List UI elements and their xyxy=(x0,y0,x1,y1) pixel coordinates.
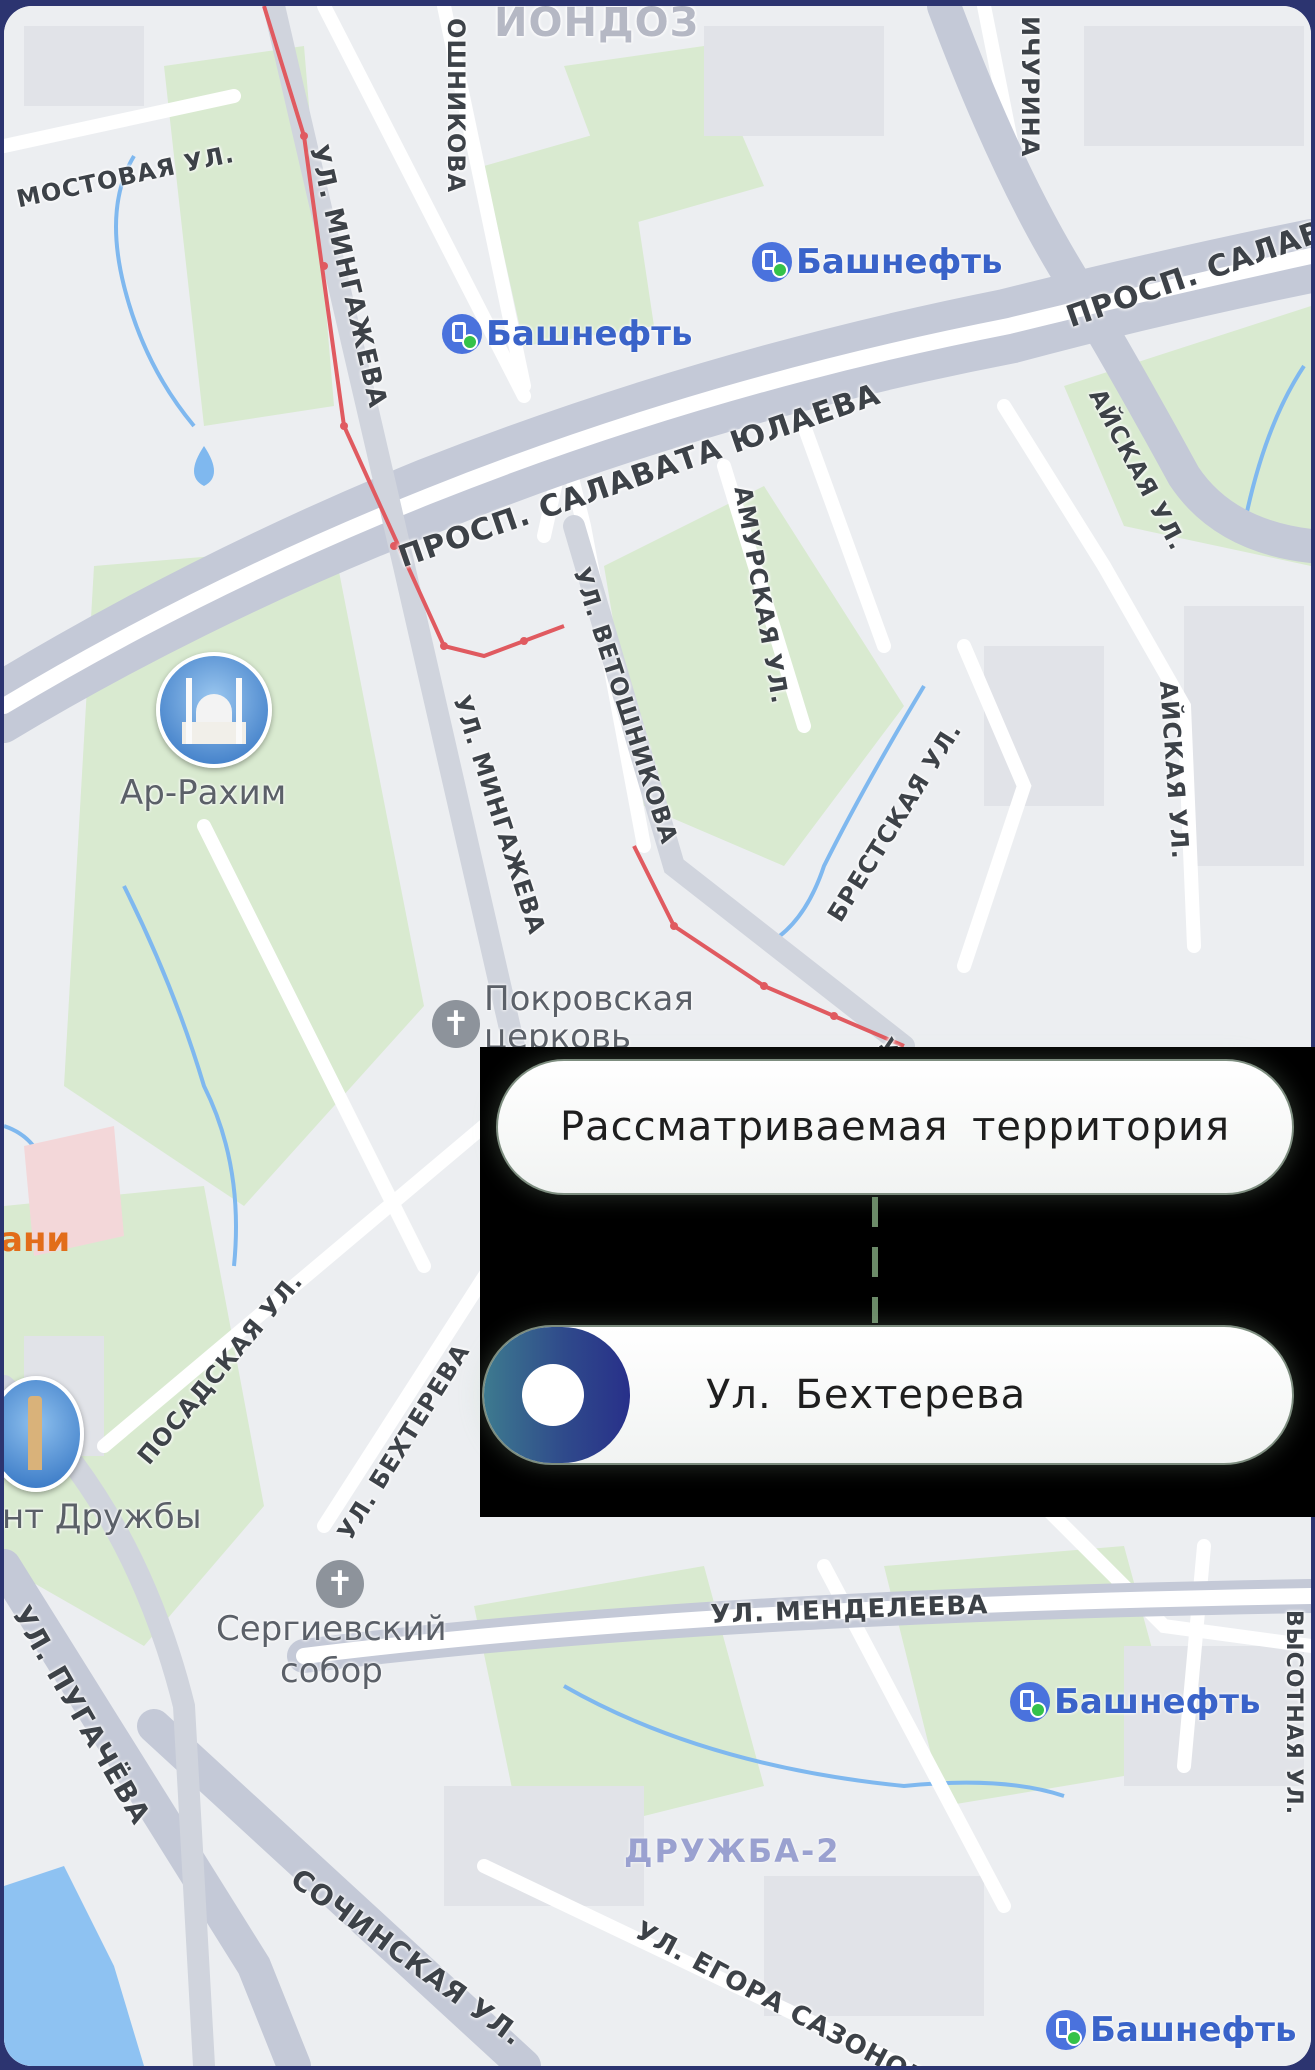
street-label-veteoshnikova-top: ОШНИКОВА xyxy=(442,18,470,194)
street-label-vysotnaya: ВЫСОТНАЯ УЛ. xyxy=(1281,1610,1306,1816)
church-cross-icon[interactable]: ✝ xyxy=(432,1000,480,1048)
poi-pokrovskaya-label-line1[interactable]: Покровская xyxy=(484,980,694,1018)
fuel-station-icon xyxy=(1046,2010,1086,2050)
district-label-top: ЙОНДОЗ xyxy=(494,6,700,46)
monument-tower xyxy=(28,1396,42,1470)
legend-connector-dashed xyxy=(872,1197,878,1323)
fuel-station-icon xyxy=(1010,1682,1050,1722)
mosque-dome xyxy=(196,694,232,724)
marker-dot xyxy=(522,1364,584,1426)
poi-bashneft-1-label: Башнефть xyxy=(796,242,1003,282)
district-label-druzhba: ДРУЖБА-2 xyxy=(624,1832,841,1870)
church-cross-icon[interactable]: ✝ xyxy=(316,1560,364,1608)
poi-label-partial-orange: ани xyxy=(4,1220,71,1260)
poi-bashneft-2[interactable]: Башнефть xyxy=(442,314,692,354)
fuel-station-icon xyxy=(752,242,792,282)
mosque-minaret-right xyxy=(236,678,242,744)
location-marker-icon xyxy=(484,1327,630,1463)
legend-item-bekhtereva[interactable]: Ул. Бехтерева xyxy=(482,1325,1294,1465)
street-label-michurina: ИЧУРИНА xyxy=(1016,16,1044,158)
poi-sergievsky-label-line1[interactable]: Сергиевский xyxy=(216,1610,447,1648)
poi-bashneft-2-label: Башнефть xyxy=(486,314,693,354)
poi-bashneft-4-label: Башнефть xyxy=(1090,2010,1297,2050)
legend-panel: Рассматриваемая территория Ул. Бехтерева xyxy=(480,1047,1315,1517)
mosque-minaret-left xyxy=(186,678,192,744)
poi-bashneft-4[interactable]: Башнефть xyxy=(1046,2010,1296,2050)
legend-item-territory-label: Рассматриваемая территория xyxy=(559,1104,1231,1150)
fuel-station-icon xyxy=(442,314,482,354)
poi-bashneft-3[interactable]: Башнефть xyxy=(1010,1682,1260,1722)
legend-item-bekhtereva-label: Ул. Бехтерева xyxy=(706,1372,1027,1418)
poi-druzhby-label[interactable]: нт Дружбы xyxy=(4,1498,202,1536)
poi-bashneft-3-label: Башнефть xyxy=(1054,1682,1261,1722)
poi-sergievsky-label-line2[interactable]: собор xyxy=(280,1652,383,1690)
map-frame[interactable]: ЙОНДОЗ МОСТОВАЯ УЛ. УЛ. МИНГАЖЕВА ОШНИКО… xyxy=(4,6,1311,2066)
mosque-icon[interactable] xyxy=(156,652,272,768)
poi-bashneft-1[interactable]: Башнефть xyxy=(752,242,1002,282)
legend-item-territory[interactable]: Рассматриваемая территория xyxy=(496,1059,1294,1195)
poi-ar-rakhim-label[interactable]: Ар-Рахим xyxy=(120,774,286,812)
